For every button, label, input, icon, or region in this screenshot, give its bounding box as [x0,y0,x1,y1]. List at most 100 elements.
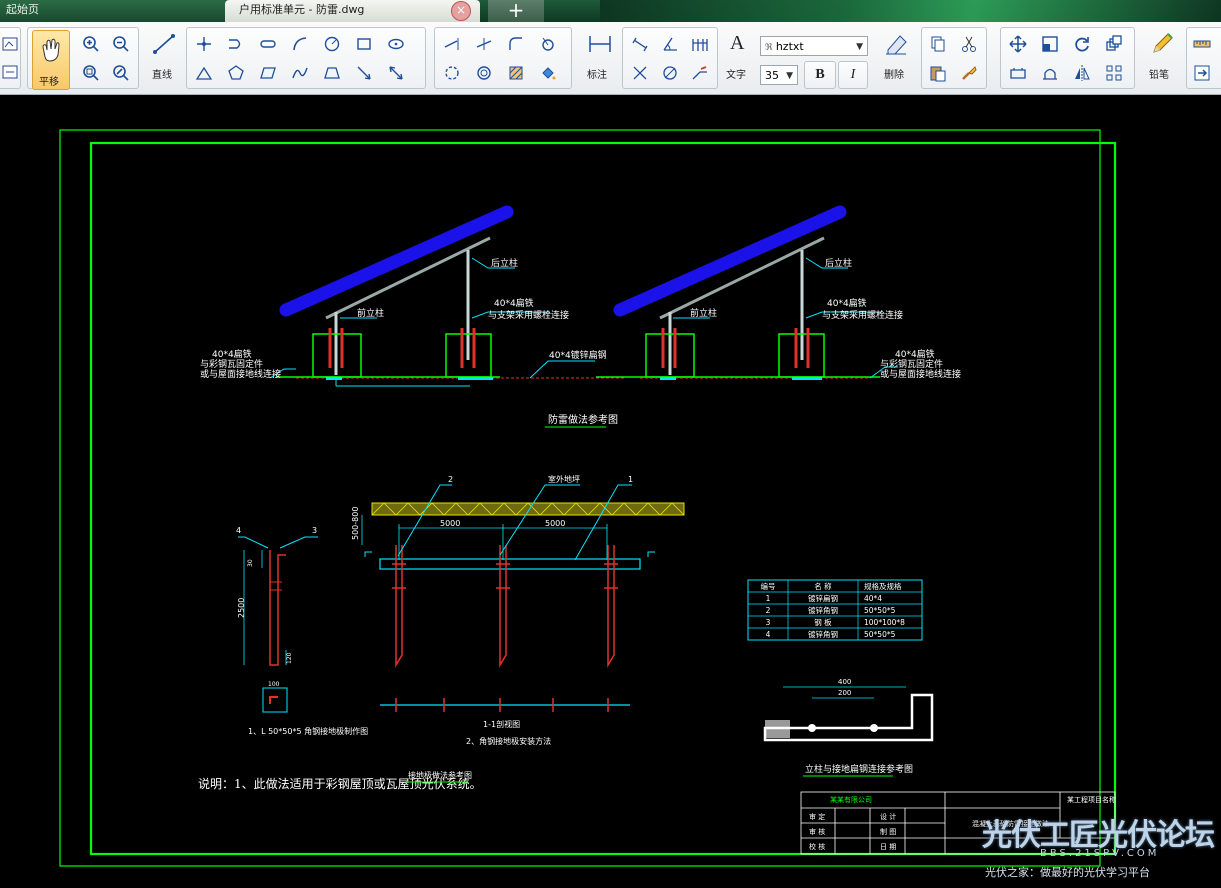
copy-icon[interactable] [925,32,951,56]
table-header-cell: 名 称 [814,581,832,591]
cut-icon[interactable] [956,32,982,56]
pv-panel [279,205,514,317]
chevron-down-icon: ▼ [856,42,863,52]
triangle-icon[interactable] [191,61,217,85]
fill-bucket-icon[interactable] [535,61,561,85]
text-button[interactable]: A 文字 [722,28,758,86]
table-cell: 3 [766,618,771,627]
dim-400: 400 [838,678,851,686]
group-extra [1186,27,1221,89]
line-button[interactable]: 直线 [146,28,182,86]
dim-2500: 2500 [237,598,246,618]
grid-array-icon[interactable] [1101,61,1127,85]
tab-bar: 起始页 户用标准单元 - 防雷.dwg × + [0,0,1221,22]
label-flat-steel-right: 40*4扁铁 [827,297,867,309]
fillet-icon[interactable] [503,32,529,56]
point-icon[interactable] [191,32,217,56]
match-properties-icon[interactable] [956,61,982,85]
move-icon[interactable] [1005,32,1031,56]
offset-icon[interactable] [471,61,497,85]
zoom-out-icon[interactable] [108,32,134,56]
arrow-line-icon[interactable] [351,61,377,85]
dim-500-800: 500-800 [351,507,360,540]
group-draw [186,27,426,89]
section2-title: 接地极做法参考图 [408,770,472,780]
text-a-icon: A [730,32,745,54]
dim-120: 120 [286,652,293,664]
zoom-in-icon[interactable] [78,32,104,56]
export-icon[interactable] [0,60,23,84]
note-install: 2、角钢接地极安装方法 [466,736,551,746]
pencil-button[interactable]: 铅笔 [1143,28,1179,86]
rotate-icon[interactable] [1069,32,1095,56]
polyline-icon[interactable] [223,32,249,56]
zoom-extents-icon[interactable] [108,61,134,85]
stretch-icon[interactable] [1005,61,1031,85]
extend-icon[interactable] [439,32,465,56]
trapezoid-icon[interactable] [319,61,345,85]
tab-start-page[interactable]: 起始页 [0,0,225,22]
label-rear-post-right: 后立柱 [825,257,852,269]
font-type-icon: ℜ [765,43,773,53]
diameter-dim-icon[interactable] [657,61,683,85]
tab-active-drawing[interactable]: 户用标准单元 - 防雷.dwg [225,0,480,22]
ellipse-icon[interactable] [383,32,409,56]
pentagon-icon[interactable] [223,61,249,85]
italic-button[interactable]: I [838,61,868,89]
table-cell: 50*50*5 [864,606,896,615]
delete-button[interactable]: 删除 [878,28,914,86]
group-clipboard [921,27,987,89]
inner-border [89,141,1117,856]
label-left-flat: 40*4扁铁 [212,348,252,360]
delete-label: 删除 [884,70,904,81]
section1-title: 防雷做法参考图 [548,413,618,426]
arc-icon[interactable] [287,32,313,56]
paste-icon[interactable] [925,61,951,85]
angular-dim-icon[interactable] [657,32,683,56]
pan-label: 平移 [39,77,59,88]
break-icon[interactable] [535,32,561,56]
new-tab-button[interactable]: + [488,0,544,22]
measure-icon[interactable] [1189,32,1215,56]
label-right-clip: 与彩钢瓦固定件 [880,358,943,370]
zoom-window-icon[interactable] [78,61,104,85]
close-tab-icon[interactable]: × [451,1,471,21]
label-num-2: 2 [448,475,453,484]
pan-button[interactable]: 平移 [32,30,70,90]
dimension-button[interactable]: 标注 [582,28,618,86]
continuous-dim-icon[interactable] [687,32,713,56]
drawing-canvas[interactable]: 后立柱 前立柱 40*4扁铁 与支架采用螺栓连接 40*4扁铁 与彩钢瓦固定件 … [0,95,1221,888]
parallelogram-icon[interactable] [255,61,281,85]
spline-icon[interactable] [287,61,313,85]
dim-5000-a: 5000 [440,519,460,528]
table-cell: 镀锌扁钢 [808,593,838,603]
font-select[interactable]: ℜ hztxt ▼ [760,36,868,56]
rectangle-icon[interactable] [351,32,377,56]
dim-200: 200 [838,689,851,697]
label-rear-post-left: 后立柱 [491,257,518,269]
leader-icon[interactable] [687,61,713,85]
dim-5000-b: 5000 [545,519,565,528]
font-size-value: 35 [765,69,779,82]
mirror-icon[interactable] [1069,61,1095,85]
aligned-dim-icon[interactable] [627,32,653,56]
font-size-select[interactable]: 35 ▼ [760,65,798,85]
table-cell: 镀锌角钢 [808,605,838,615]
tabbar-decoration [600,0,1221,22]
open-file-icon[interactable] [0,32,23,56]
trim-icon[interactable] [471,32,497,56]
rotate-ccw-icon[interactable] [439,61,465,85]
hatch-icon[interactable] [503,61,529,85]
pencil-label: 铅笔 [1149,70,1169,81]
array-icon[interactable] [1101,32,1127,56]
output-icon[interactable] [1189,61,1215,85]
radius-dim-icon[interactable] [627,61,653,85]
double-arrow-icon[interactable] [383,61,409,85]
scale-icon[interactable] [1037,32,1063,56]
bold-button[interactable]: B [804,61,836,89]
tb-project: 某工程项目名称 [1067,795,1116,804]
dim-30: 30 [247,559,254,567]
block-icon[interactable] [1037,61,1063,85]
slot-icon[interactable] [255,32,281,56]
circle-icon[interactable] [319,32,345,56]
